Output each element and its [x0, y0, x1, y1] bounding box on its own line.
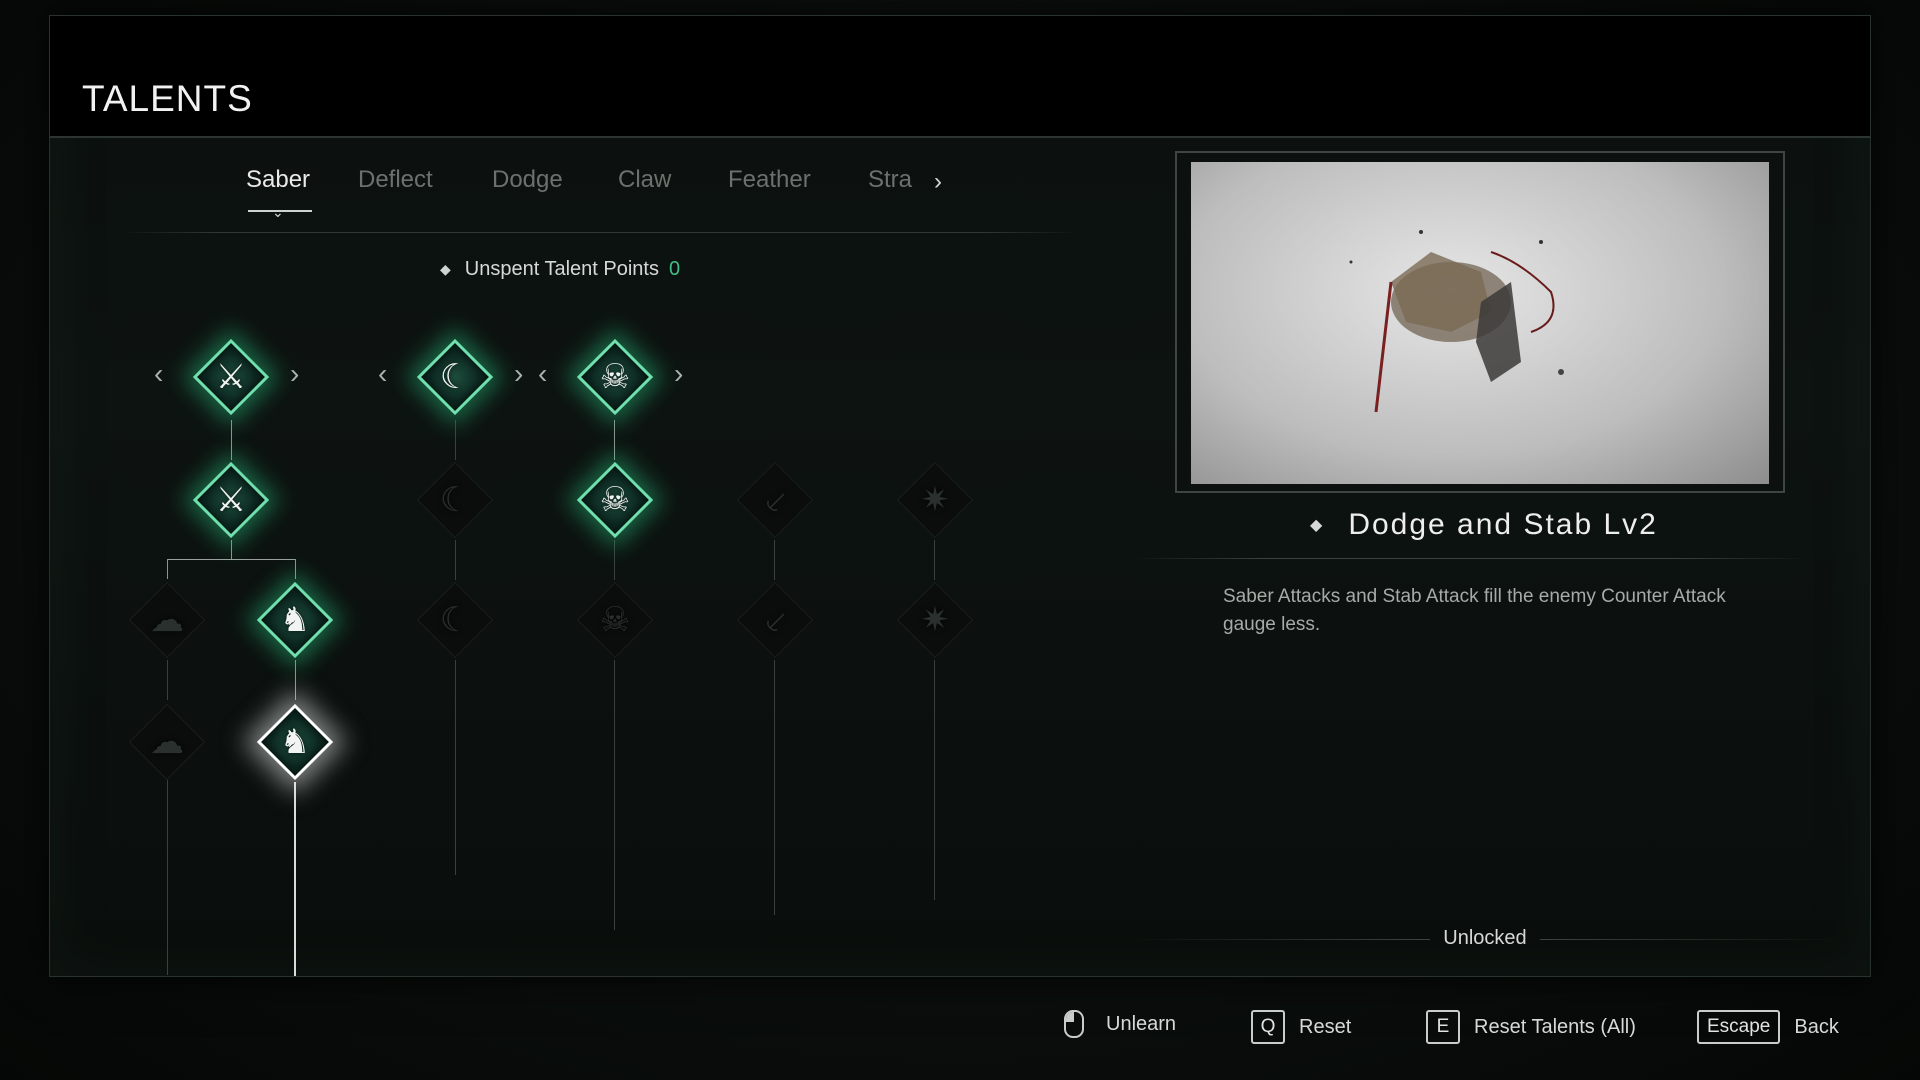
- blade-icon: ☾: [439, 481, 471, 519]
- skill-name-text: Dodge and Stab Lv2: [1348, 508, 1658, 541]
- chevron-right-icon[interactable]: ›: [674, 358, 683, 390]
- talent-node-sword-2[interactable]: ⸔: [730, 575, 820, 665]
- talent-node-blade-2[interactable]: ☾: [410, 455, 500, 545]
- blade-icon: ☾: [439, 601, 471, 639]
- connector-line: [167, 660, 168, 700]
- chevron-right-icon[interactable]: ›: [290, 358, 299, 390]
- connector-line: [774, 540, 775, 580]
- skill-preview-frame: [1175, 151, 1785, 493]
- key-q: Q: [1251, 1010, 1285, 1044]
- connector-line-selected: [294, 782, 296, 976]
- skull-icon: ☠: [599, 358, 631, 396]
- key-e: E: [1426, 1010, 1460, 1044]
- talent-node-skull-2[interactable]: ☠: [570, 455, 660, 545]
- chevron-left-icon[interactable]: ‹: [378, 358, 387, 390]
- talent-node-saber-3b[interactable]: ♞: [250, 575, 340, 665]
- connector-line: [455, 540, 456, 580]
- connector-line: [614, 420, 615, 460]
- reset-label: Reset: [1299, 1015, 1352, 1038]
- connector-line: [455, 660, 456, 875]
- talent-node-sword-1[interactable]: ⸔: [730, 455, 820, 545]
- connector-line: [774, 660, 775, 915]
- skill-status: Unlocked: [1120, 925, 1840, 955]
- talent-tree: ⚔ ‹ › ☾ ‹ › ☠ ‹ › ⚔ ☾ ☠ ⸔ ✷ ☁ ♞ ☾ ☠ ⸔ ✷: [0, 0, 1100, 1080]
- blade-icon: ☾: [439, 358, 471, 396]
- talent-node-saber-2[interactable]: ⚔: [186, 455, 276, 545]
- talent-node-blade-3[interactable]: ☾: [410, 575, 500, 665]
- connector-line: [455, 420, 456, 460]
- skull-icon: ☠: [599, 481, 631, 519]
- skill-status-text: Unlocked: [1443, 927, 1527, 949]
- back-hint[interactable]: Escape Back: [1697, 1010, 1839, 1044]
- skill-preview-image: [1191, 162, 1769, 484]
- dodge-stab-icon: ♞: [279, 723, 311, 761]
- connector-line: [614, 540, 615, 580]
- connector-line: [167, 559, 296, 560]
- key-escape: Escape: [1697, 1010, 1781, 1044]
- unlearn-hint[interactable]: Unlearn: [1064, 1010, 1176, 1038]
- connector-line: [231, 420, 232, 460]
- connector-line: [934, 540, 935, 580]
- talent-node-skull-1[interactable]: ☠: [570, 332, 660, 422]
- chevron-left-icon[interactable]: ‹: [538, 358, 547, 390]
- connector-line: [295, 660, 296, 700]
- skill-title-divider: [1130, 558, 1810, 559]
- talent-node-blade-1[interactable]: ☾: [410, 332, 500, 422]
- talent-node-saber-1[interactable]: ⚔: [186, 332, 276, 422]
- burst-icon: ✷: [920, 601, 950, 639]
- talent-node-skull-3[interactable]: ☠: [570, 575, 660, 665]
- combat-scene-illustration: [1349, 230, 1564, 413]
- dodge-stab-icon: ♞: [279, 601, 311, 639]
- skill-description: Saber Attacks and Stab Attack fill the e…: [1223, 586, 1726, 635]
- connector-line: [167, 780, 168, 975]
- talent-node-saber-4a[interactable]: ☁: [122, 697, 212, 787]
- saber-slash-icon: ⚔: [215, 481, 247, 519]
- talent-node-burst-1[interactable]: ✷: [890, 455, 980, 545]
- back-label: Back: [1794, 1015, 1839, 1038]
- skull-icon: ☠: [599, 601, 631, 639]
- talent-node-saber-3a[interactable]: ☁: [122, 575, 212, 665]
- reset-all-hint[interactable]: E Reset Talents (All): [1426, 1010, 1636, 1044]
- unlearn-label: Unlearn: [1106, 1012, 1177, 1035]
- reset-hint[interactable]: Q Reset: [1251, 1010, 1351, 1044]
- diamond-icon: ◆: [1310, 517, 1325, 534]
- reset-all-label: Reset Talents (All): [1474, 1015, 1636, 1038]
- burst-icon: ✷: [920, 481, 950, 519]
- talent-node-burst-2[interactable]: ✷: [890, 575, 980, 665]
- connector-line: [614, 660, 615, 930]
- footer-hints: Unlearn Q Reset E Reset Talents (All) Es…: [0, 1000, 1920, 1060]
- chevron-left-icon[interactable]: ‹: [154, 358, 163, 390]
- talent-node-saber-4b-selected[interactable]: ♞: [250, 697, 340, 787]
- skill-title: ◆ Dodge and Stab Lv2: [1310, 508, 1658, 542]
- cloak-icon: ☁: [150, 601, 184, 639]
- saber-slash-icon: ⚔: [215, 358, 247, 396]
- chevron-right-icon[interactable]: ›: [514, 358, 523, 390]
- sword-icon: ⸔: [762, 603, 788, 641]
- cloak-icon: ☁: [150, 723, 184, 761]
- sword-icon: ⸔: [762, 483, 788, 521]
- connector-line: [934, 660, 935, 900]
- mouse-left-icon: [1064, 1010, 1084, 1038]
